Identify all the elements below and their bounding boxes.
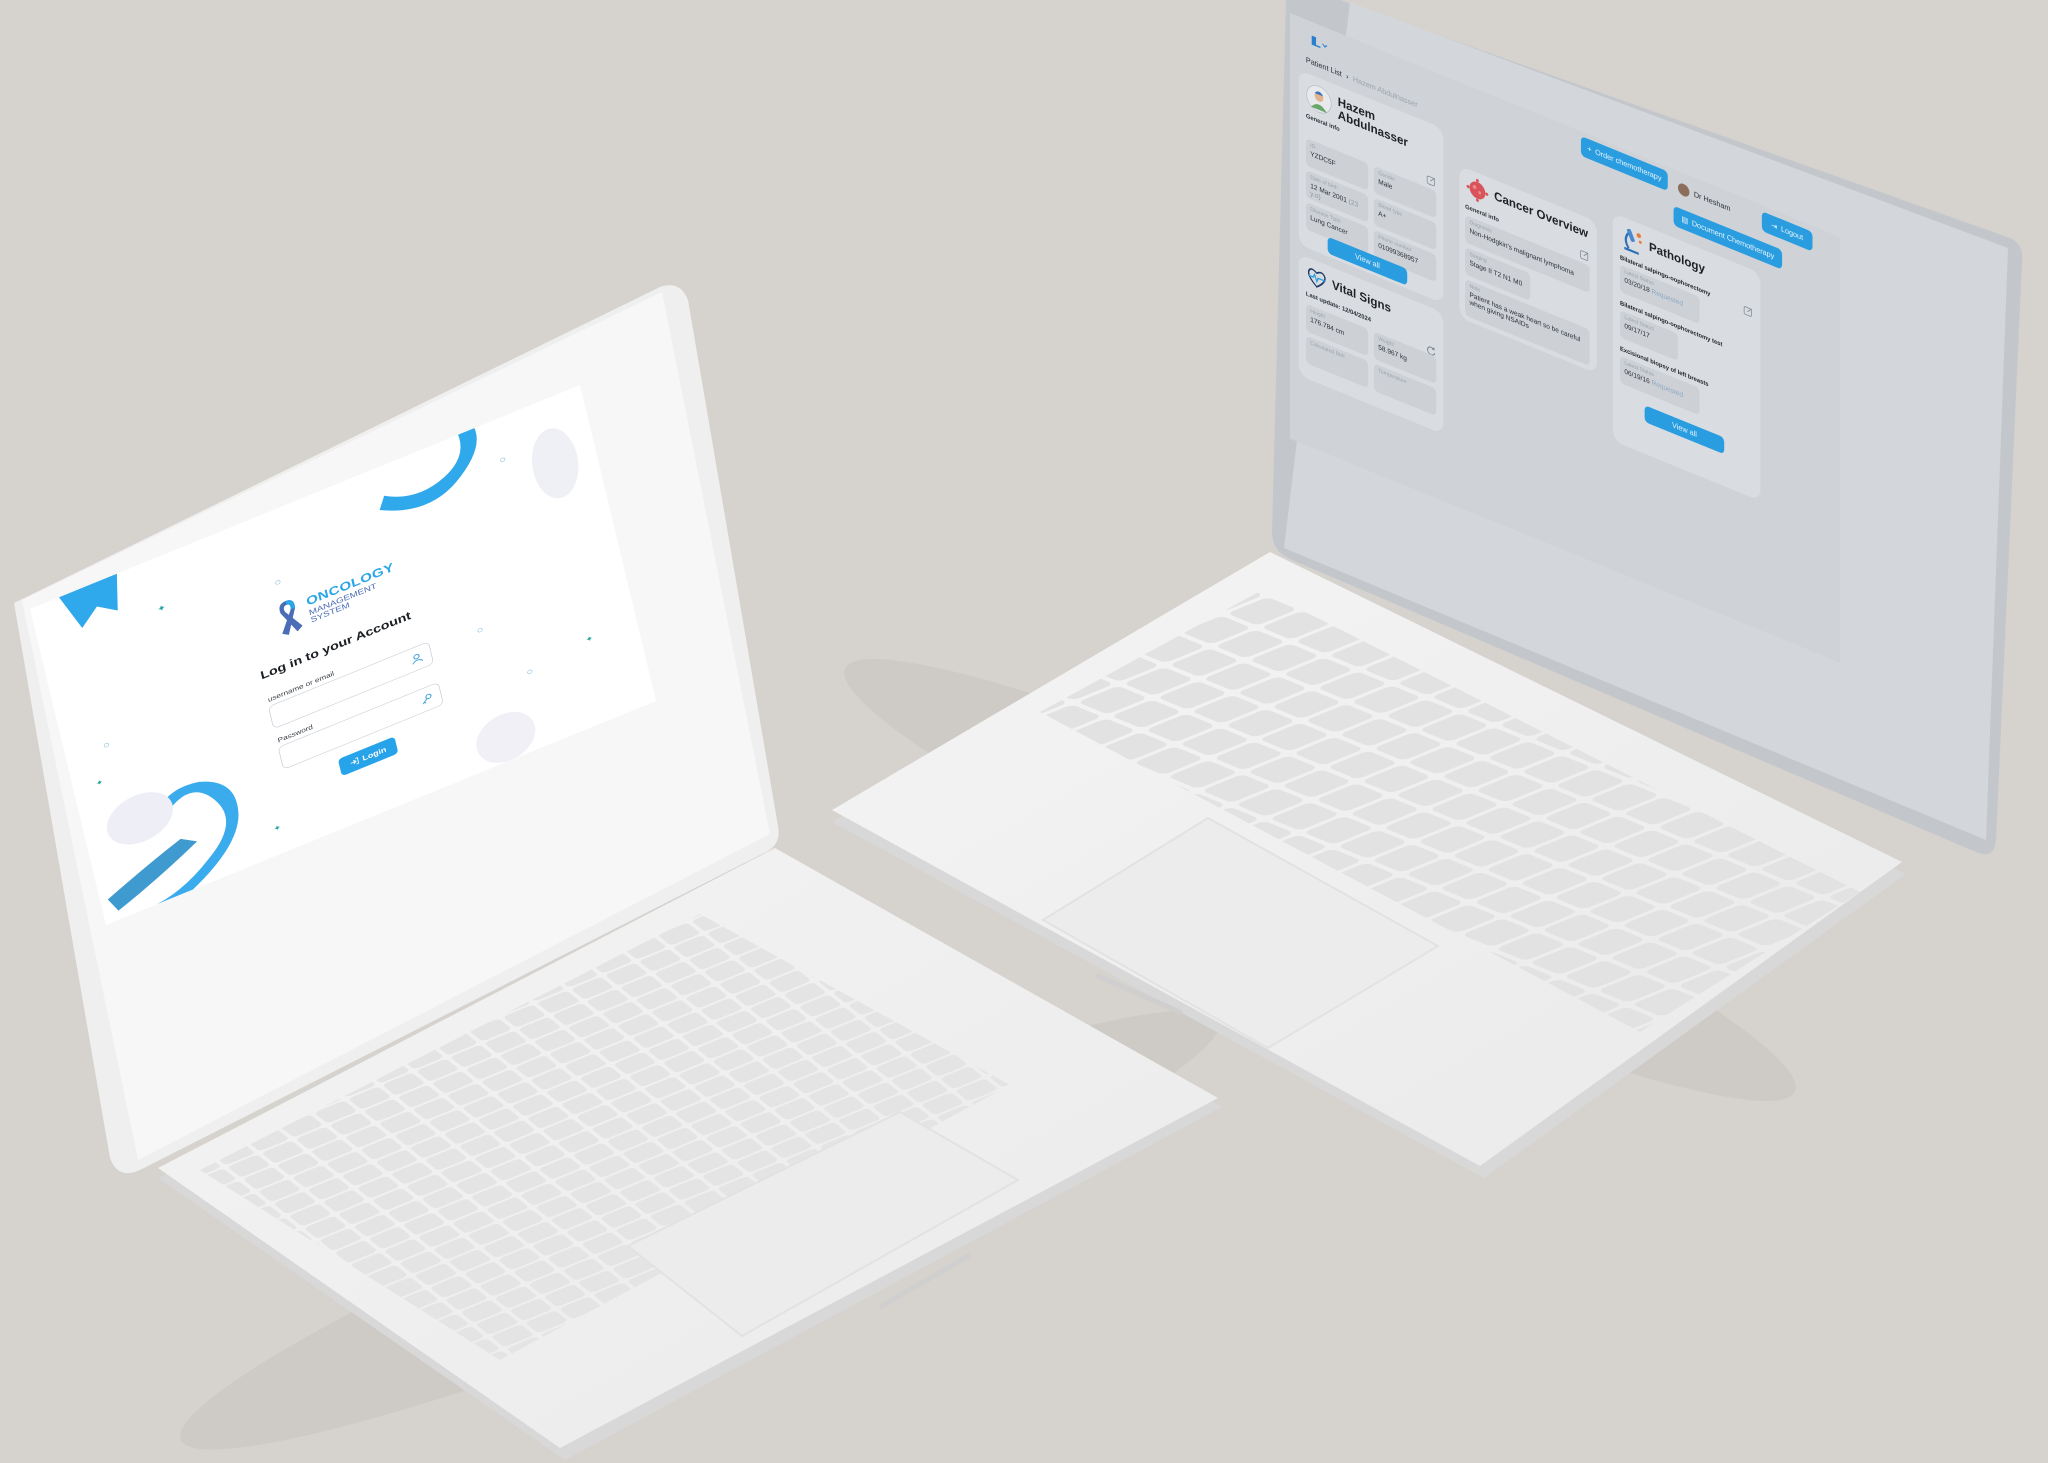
breadcrumb-separator-icon: › — [1346, 72, 1349, 82]
heart-pulse-icon — [1307, 268, 1326, 288]
pathology-card: Pathology Bilateral salpingo-oophorectom… — [1612, 212, 1761, 501]
plus-icon: + — [1587, 144, 1592, 155]
patient-name: Hazem Abdulnasser — [1338, 96, 1408, 150]
flower-deco-icon — [106, 792, 173, 845]
user-name: Dr Hesham — [1693, 189, 1731, 214]
login-arrow-icon — [350, 757, 360, 765]
patient-section-title: General info — [1305, 112, 1340, 133]
microscope-icon — [1624, 228, 1642, 255]
pathology-view-all-button[interactable]: View all — [1644, 405, 1725, 455]
cancer-cell-icon — [1466, 178, 1489, 202]
sparkle-icon: ✦ — [156, 603, 167, 615]
svg-text:✦: ✦ — [95, 778, 104, 788]
svg-text:✦: ✦ — [273, 823, 282, 833]
document-icon: ▤ — [1681, 214, 1689, 226]
edit-icon[interactable] — [1579, 248, 1589, 263]
logout-label: Logout — [1780, 224, 1804, 243]
key-icon — [422, 693, 432, 705]
edit-icon[interactable] — [1426, 173, 1436, 188]
mockup-scene: ✦ ✦ ✦ ✦ ONCOLOGY MANAGEMENT SYSTEM Log i… — [0, 0, 2048, 1463]
svg-text:✦: ✦ — [585, 634, 594, 644]
avatar — [1677, 181, 1690, 199]
user-icon — [412, 653, 424, 665]
note-value: Patient has a weak heart so be careful w… — [1469, 290, 1581, 344]
cancer-overview-card: Cancer Overview General info Diagnosis N… — [1459, 165, 1597, 374]
patient-avatar-icon — [1306, 85, 1332, 114]
app-logo-icon — [1311, 35, 1328, 49]
edit-icon[interactable] — [1743, 304, 1753, 319]
logout-icon: ⇥ — [1771, 220, 1778, 232]
